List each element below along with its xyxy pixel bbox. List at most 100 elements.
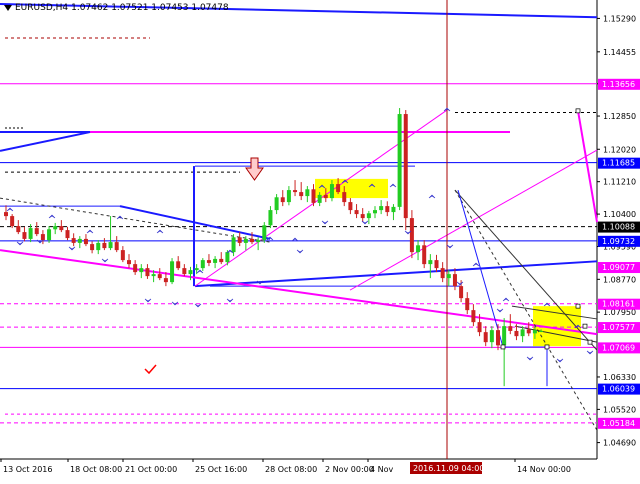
candle-body[interactable] <box>520 329 525 337</box>
candle-body[interactable] <box>231 237 236 253</box>
candle-body[interactable] <box>385 206 390 213</box>
candle-body[interactable] <box>213 258 218 263</box>
candle-body[interactable] <box>354 210 359 215</box>
candle-body[interactable] <box>379 206 384 211</box>
candle-body[interactable] <box>71 238 76 243</box>
candle-body[interactable] <box>96 242 101 251</box>
price-chart[interactable]: 1.15290 1.14455 1.13656 1.12850 1.12020 1.112… <box>0 0 640 480</box>
candle-body[interactable] <box>151 274 156 277</box>
candle-body[interactable] <box>311 189 316 203</box>
candle-body[interactable] <box>336 184 341 193</box>
price-tick-label: 1.14455 <box>603 48 636 57</box>
candle-body[interactable] <box>145 268 150 277</box>
candle-body[interactable] <box>409 218 414 253</box>
candle-body[interactable] <box>397 114 402 207</box>
candle-body[interactable] <box>237 237 242 243</box>
candle-body[interactable] <box>305 189 310 197</box>
candle-body[interactable] <box>157 274 162 279</box>
candle-body[interactable] <box>471 310 476 323</box>
candle-body[interactable] <box>348 202 353 211</box>
candle-body[interactable] <box>422 245 427 265</box>
candle-body[interactable] <box>256 240 261 243</box>
candle-body[interactable] <box>268 210 273 226</box>
price-tick-label: 1.12020 <box>603 145 636 154</box>
candle-body[interactable] <box>22 232 27 239</box>
candle-body[interactable] <box>102 242 107 249</box>
candle-body[interactable] <box>280 197 285 203</box>
candle-body[interactable] <box>200 260 205 269</box>
candle-body[interactable] <box>360 214 365 219</box>
candle-body[interactable] <box>77 238 82 243</box>
chart-canvas[interactable]: 1.15290 1.14455 1.13656 1.12850 1.12020 1.112… <box>0 0 640 480</box>
candle-body[interactable] <box>262 225 267 241</box>
candle-body[interactable] <box>127 260 131 265</box>
candle-body[interactable] <box>120 250 125 261</box>
candle-body[interactable] <box>188 270 193 275</box>
candle-body[interactable] <box>539 330 544 332</box>
candle-body[interactable] <box>114 242 119 251</box>
candle-body[interactable] <box>176 261 181 269</box>
candle-body[interactable] <box>342 192 347 203</box>
candle-body[interactable] <box>28 228 33 239</box>
candle-body[interactable] <box>286 190 291 203</box>
candle-body[interactable] <box>416 245 421 253</box>
candle-body[interactable] <box>452 274 457 287</box>
candle-body[interactable] <box>366 213 371 219</box>
candle-body[interactable] <box>329 184 334 199</box>
candle-body[interactable] <box>90 244 95 251</box>
candle-body[interactable] <box>373 210 377 214</box>
candle-body[interactable] <box>532 330 537 334</box>
candle-body[interactable] <box>391 206 396 213</box>
candle-body[interactable] <box>133 264 138 273</box>
candle-body[interactable] <box>526 329 531 334</box>
candle-body[interactable] <box>34 228 39 235</box>
candle-body[interactable] <box>403 114 408 219</box>
candle-body[interactable] <box>274 197 279 211</box>
plot-area[interactable] <box>0 0 597 459</box>
candle-body[interactable] <box>477 322 482 333</box>
candle-body[interactable] <box>459 286 464 299</box>
candle-body[interactable] <box>40 234 45 241</box>
symbol-label: EURUSD,H4 <box>15 3 69 13</box>
candle-body[interactable] <box>59 226 64 231</box>
candle-body[interactable] <box>502 326 507 346</box>
anchor-point <box>500 344 506 350</box>
candle-body[interactable] <box>243 238 248 243</box>
candle-body[interactable] <box>83 238 88 245</box>
candle-body[interactable] <box>489 330 494 343</box>
candle-body[interactable] <box>317 194 322 203</box>
price-tick-label: 1.06330 <box>603 373 636 382</box>
time-tick-label: 2 Nov 00:00 <box>325 465 374 474</box>
candle-body[interactable] <box>108 242 113 249</box>
candle-body[interactable] <box>206 260 211 263</box>
time-tick-label: 18 Oct 08:00 <box>70 465 122 474</box>
candle-body[interactable] <box>440 268 445 279</box>
dropdown-triangle-icon[interactable] <box>4 5 12 11</box>
candle-body[interactable] <box>323 194 328 199</box>
candle-body[interactable] <box>446 274 451 279</box>
candle-body[interactable] <box>299 192 304 197</box>
candle-body[interactable] <box>496 330 500 346</box>
candle-body[interactable] <box>219 258 224 263</box>
candle-body[interactable] <box>483 332 488 343</box>
candle-body[interactable] <box>4 212 8 217</box>
candle-body[interactable] <box>194 268 199 271</box>
candle-body[interactable] <box>250 238 254 243</box>
candle-body[interactable] <box>170 261 175 283</box>
candle-body[interactable] <box>139 268 144 273</box>
candle-body[interactable] <box>293 190 298 193</box>
candle-body[interactable] <box>225 252 230 263</box>
candle-body[interactable] <box>182 268 187 275</box>
candle-body[interactable] <box>16 226 21 233</box>
candle-body[interactable] <box>53 226 58 230</box>
candle-body[interactable] <box>428 260 433 265</box>
price-tick-label: 1.08770 <box>603 275 636 284</box>
candle-body[interactable] <box>163 278 168 283</box>
candle-body[interactable] <box>508 326 513 331</box>
candle-body[interactable] <box>65 230 70 239</box>
candle-body[interactable] <box>514 330 519 337</box>
candle-body[interactable] <box>434 260 439 269</box>
candle-body[interactable] <box>47 229 52 241</box>
candle-body[interactable] <box>10 216 15 227</box>
candle-body[interactable] <box>465 298 470 311</box>
